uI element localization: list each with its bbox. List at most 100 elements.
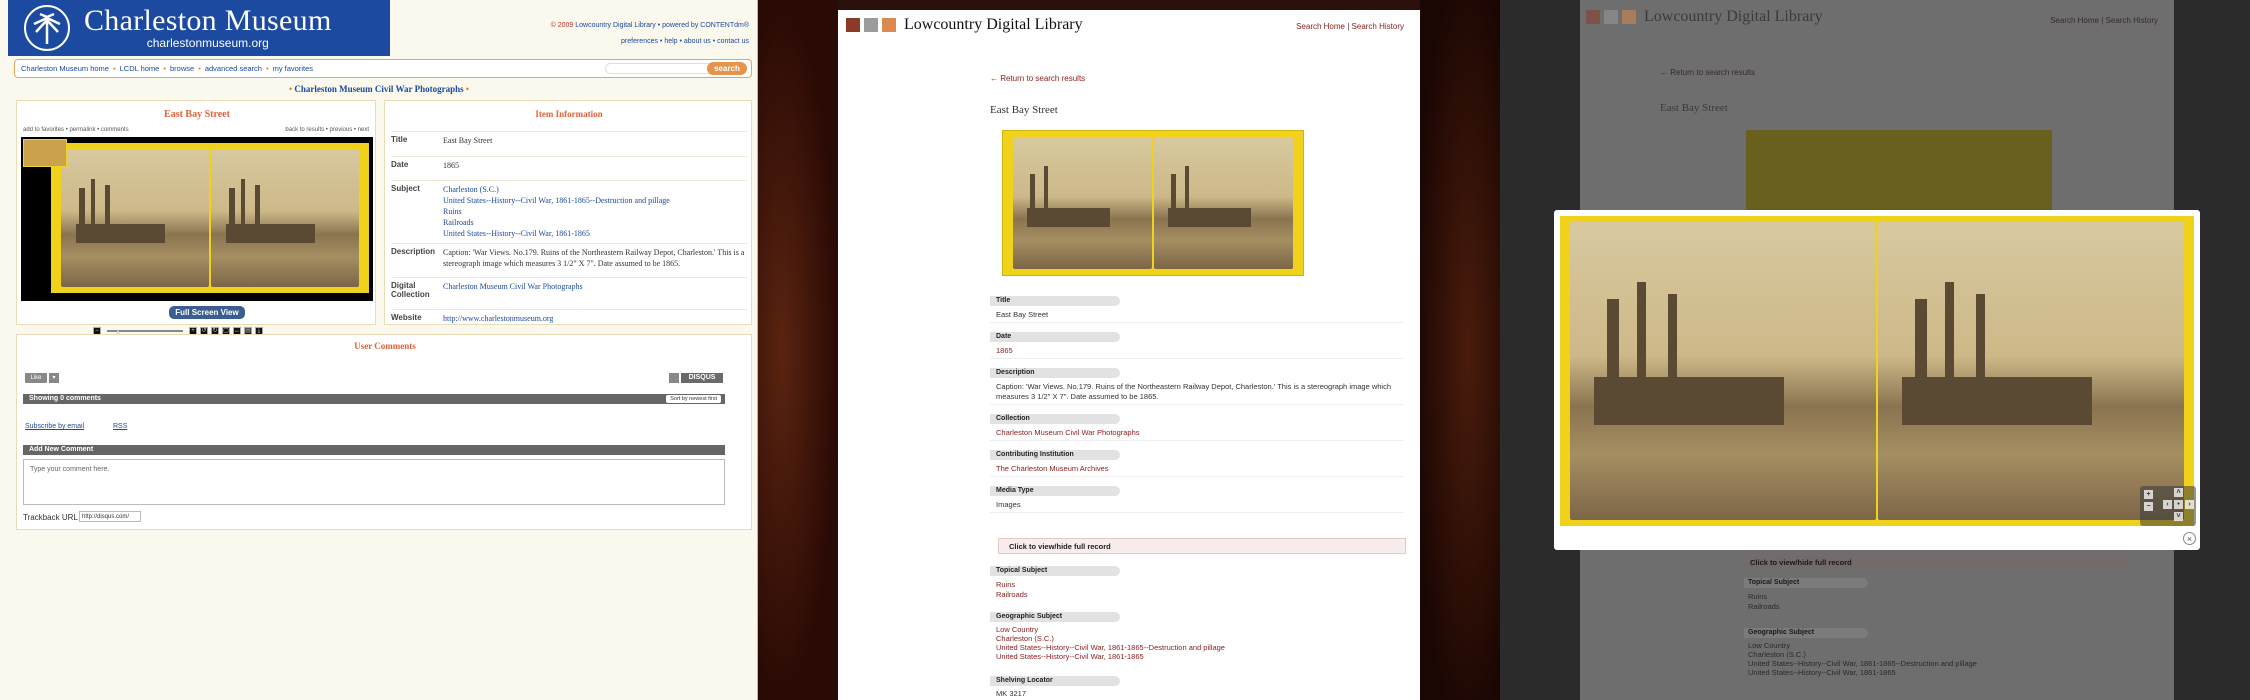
field-geographic-subject: Geographic Subject Low Country Charlesto… <box>990 612 1404 663</box>
info-row-description: Description Caption: 'War Views. No.179.… <box>391 243 747 269</box>
institution-link[interactable]: The Charleston Museum Archives <box>990 460 1404 477</box>
website-link[interactable]: http://www.charlestonmuseum.org <box>443 313 747 324</box>
trackback-label: Trackback URL <box>23 513 78 522</box>
subject-link[interactable]: Railroads <box>443 217 747 228</box>
comment-count: Showing 0 comments <box>29 395 101 402</box>
credit[interactable]: Lowcountry Digital Library • powered by … <box>575 22 749 29</box>
subject-link[interactable]: United States--History--Civil War, 1861-… <box>996 652 1404 661</box>
sort-select[interactable]: Sort by newest first <box>666 395 721 403</box>
zoom-slider[interactable] <box>107 330 183 335</box>
field-contributing-institution: Contributing Institution The Charleston … <box>990 450 1404 477</box>
field-date: Date 1865 <box>990 332 1404 359</box>
charleston-museum-logo[interactable]: Charleston Museum charlestonmuseum.org <box>8 0 390 56</box>
lightbox-image[interactable]: + − ˄ ‹ • › ˅ <box>1560 216 2196 526</box>
back-to-results-link[interactable]: ← Return to search results <box>1660 68 1755 77</box>
subject-link[interactable]: Railroads <box>996 590 1404 600</box>
toggle-full-record-button[interactable]: Click to view/hide full record <box>1742 556 2130 570</box>
subject-link[interactable]: Ruins <box>996 580 1404 590</box>
trackback-url-field[interactable]: http://disqus.com/ <box>79 511 141 522</box>
search-history-link[interactable]: Search History <box>2106 16 2158 25</box>
image-lightbox: + − ˄ ‹ • › ˅ × <box>1554 210 2200 550</box>
subject-link[interactable]: Ruins <box>443 206 747 217</box>
toggle-full-record-button[interactable]: Click to view/hide full record <box>998 538 1406 554</box>
lcdl-logo[interactable]: Lowcountry Digital Library <box>846 16 1083 34</box>
collection-link[interactable]: Charleston Museum Civil War Photographs <box>990 424 1404 441</box>
subject-link[interactable]: Charleston (S.C.) <box>996 634 1404 643</box>
pan-right-icon[interactable]: › <box>2185 500 2194 509</box>
subject-link[interactable]: United States--History--Civil War, 1861-… <box>1748 659 2138 668</box>
zoom-out-icon[interactable]: − <box>2144 502 2153 511</box>
nav-item-advanced-search[interactable]: advanced search <box>205 64 262 73</box>
field-topical-subject: Topical Subject Ruins Railroads <box>990 566 1404 602</box>
back-to-results-link[interactable]: ← Return to search results <box>990 74 1085 83</box>
lcdl-logo[interactable]: Lowcountry Digital Library <box>1586 8 1823 26</box>
nav-item-home[interactable]: Charleston Museum home <box>21 64 109 73</box>
search-button[interactable]: search <box>707 62 747 75</box>
search-home-link[interactable]: Search Home <box>1296 22 1345 31</box>
item-title: East Bay Street <box>164 109 230 120</box>
like-button[interactable]: Like <box>25 373 47 383</box>
pan-left-icon[interactable]: ‹ <box>2163 500 2172 509</box>
item-pager[interactable]: back to results • previous • next <box>285 127 369 133</box>
settings-icon[interactable] <box>669 373 679 383</box>
full-screen-button[interactable]: Full Screen View <box>169 306 245 319</box>
subject-link[interactable]: Ruins <box>1748 592 2138 602</box>
charleston-museum-page: Charleston Museum charlestonmuseum.org ©… <box>0 0 758 700</box>
lcdl-record-page: Lowcountry Digital Library Search Home |… <box>838 10 1420 700</box>
copyright: © 2009 <box>550 22 574 29</box>
subject-link[interactable]: Low Country <box>1748 641 2138 650</box>
utility-links[interactable]: preferences • help • about us • contact … <box>551 34 749 50</box>
nav-item-browse[interactable]: browse <box>170 64 194 73</box>
collection-title[interactable]: • Charleston Museum Civil War Photograph… <box>0 84 757 94</box>
site-name: Lowcountry Digital Library <box>904 16 1083 33</box>
info-row-subject: Subject Charleston (S.C.) United States-… <box>391 180 747 239</box>
search-history-link[interactable]: Search History <box>1352 22 1404 31</box>
rss-link[interactable]: RSS <box>113 423 127 430</box>
logo-square-icon <box>864 18 878 32</box>
item-viewer-box: East Bay Street add to favorites • perma… <box>16 100 376 335</box>
item-actions[interactable]: add to favorites • permalink • comments <box>23 127 129 133</box>
record-image[interactable] <box>1002 130 1304 276</box>
record-title: East Bay Street <box>1660 102 1728 114</box>
logo-name: Charleston Museum <box>84 4 332 37</box>
search-home-link[interactable]: Search Home <box>2050 16 2099 25</box>
user-comments-box: User Comments Like ▾ DISQUS Showing 0 co… <box>16 334 752 530</box>
disqus-logo[interactable]: DISQUS <box>681 373 723 383</box>
palmetto-emblem-icon <box>14 2 80 54</box>
subject-link[interactable]: United States--History--Civil War, 1861-… <box>996 643 1404 652</box>
nav-item-favorites[interactable]: my favorites <box>273 64 313 73</box>
info-heading: Item Information <box>535 109 603 119</box>
info-row-title: Title East Bay Street <box>391 131 747 146</box>
add-comment-bar: Add New Comment <box>23 445 725 455</box>
image-viewer[interactable]: − + ↺ ↻ ▢ ↔ ▤ ⤓ <box>21 137 373 335</box>
zoom-controls: + − ˄ ‹ • › ˅ <box>2140 486 2196 526</box>
subject-link[interactable]: United States--History--Civil War, 1861-… <box>1748 668 2138 677</box>
subscribe-email-link[interactable]: Subscribe by email <box>25 423 84 430</box>
item-information-panel: Item Information Title East Bay Street D… <box>384 100 752 325</box>
nav-item-lcdl[interactable]: LCDL home <box>120 64 160 73</box>
main-nav: Charleston Museum home • LCDL home • brows… <box>14 59 752 78</box>
record-image-dimmed <box>1746 130 2052 210</box>
date-link[interactable]: 1865 <box>990 342 1404 359</box>
comment-textarea[interactable]: Type your comment here. <box>23 459 725 505</box>
subject-link[interactable]: United States--History--Civil War, 1861-… <box>443 228 747 239</box>
logo-square-icon <box>882 18 896 32</box>
dislike-button[interactable]: ▾ <box>49 373 59 383</box>
zoom-in-icon[interactable]: + <box>2144 490 2153 499</box>
pan-up-icon[interactable]: ˄ <box>2174 488 2183 497</box>
subject-link[interactable]: Low Country <box>996 625 1404 634</box>
subject-link[interactable]: United States--History--Civil War, 1861-… <box>443 195 747 206</box>
field-geographic-subject: Geographic Subject Low Country Charlesto… <box>1744 628 2138 677</box>
subject-link[interactable]: Charleston (S.C.) <box>1748 650 2138 659</box>
field-topical-subject: Topical Subject Ruins Railroads <box>1744 578 2138 612</box>
pan-home-icon[interactable]: • <box>2174 500 2183 509</box>
record-title: East Bay Street <box>990 104 1058 116</box>
subject-link[interactable]: Charleston (S.C.) <box>443 184 747 195</box>
close-icon[interactable]: × <box>2183 532 2196 545</box>
collection-link[interactable]: Charleston Museum Civil War Photographs <box>443 281 747 299</box>
subject-link[interactable]: Railroads <box>1748 602 2138 612</box>
viewer-thumbnail[interactable] <box>23 139 67 167</box>
search-input[interactable] <box>605 63 720 74</box>
comment-count-bar: Showing 0 comments Sort by newest first <box>23 394 725 404</box>
pan-down-icon[interactable]: ˅ <box>2174 512 2183 521</box>
